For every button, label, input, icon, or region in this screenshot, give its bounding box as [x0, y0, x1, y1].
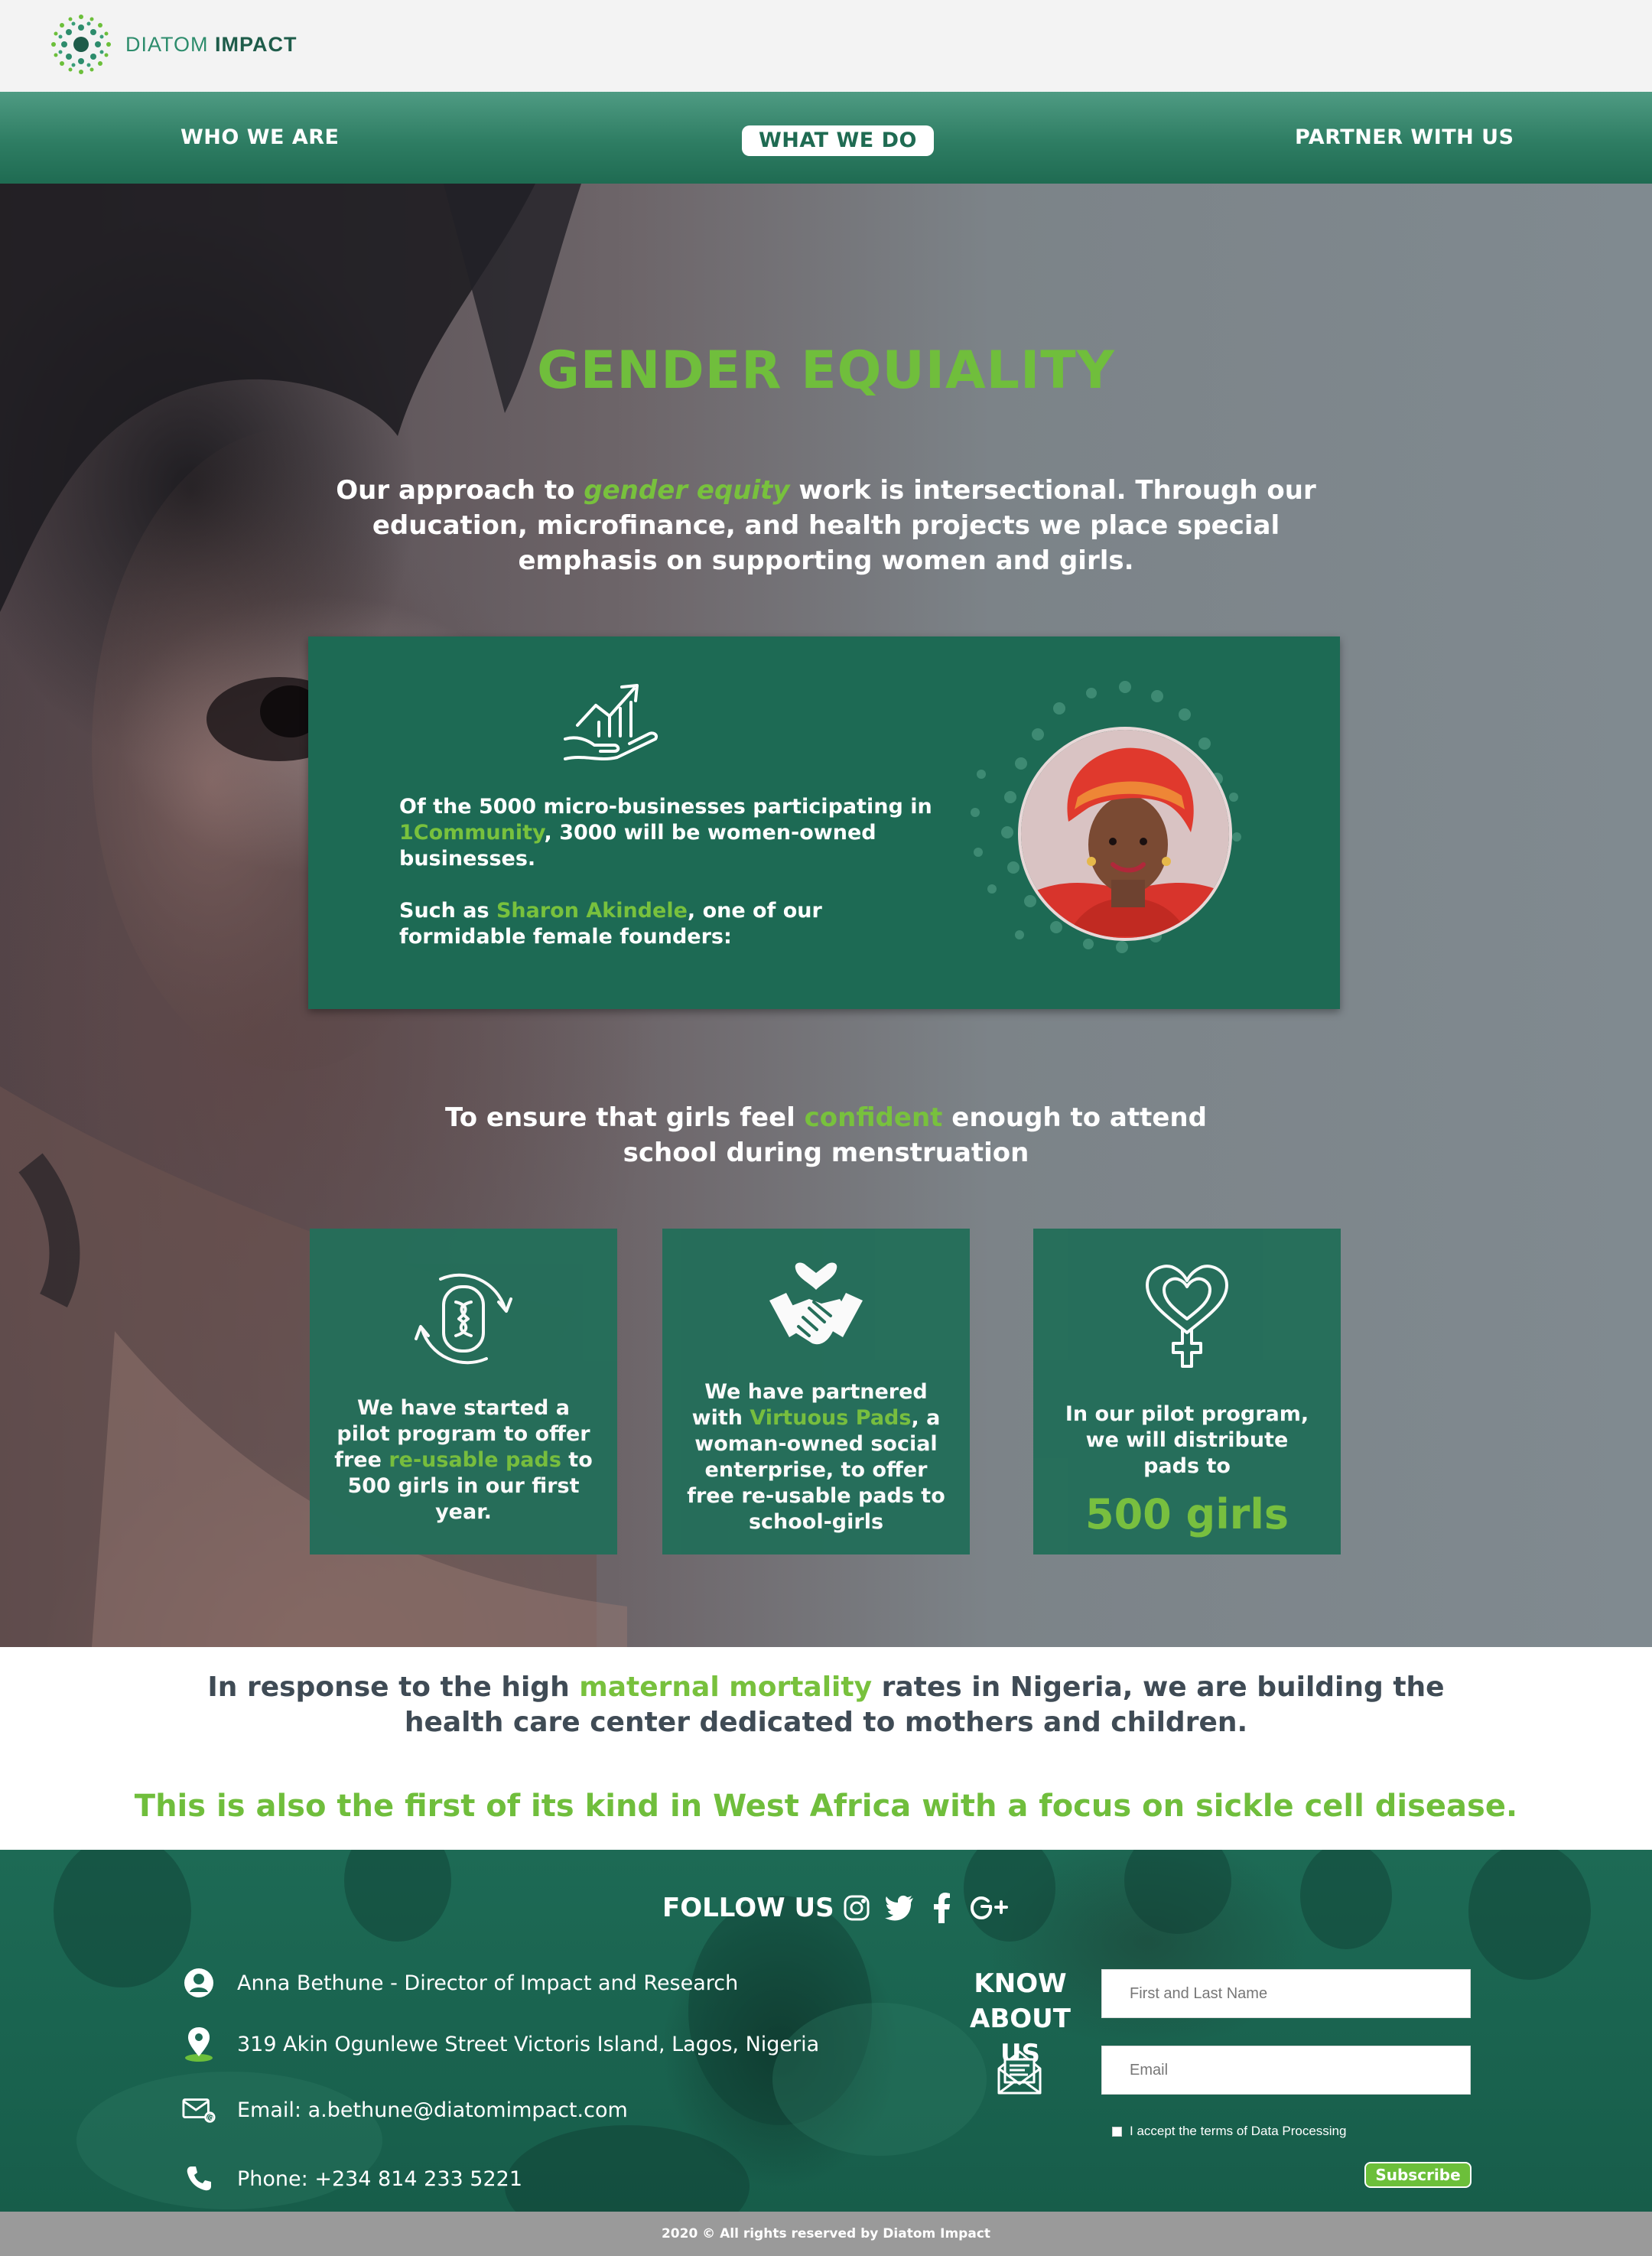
partnership-tile: We have partnered with Virtuous Pads, a … [662, 1229, 970, 1554]
facebook-icon[interactable] [927, 1891, 958, 1925]
card-p2-start: Such as [399, 899, 496, 923]
contact-phone-row: Phone: +234 814 233 5221 [182, 2162, 522, 2196]
brand-name: DIATOM IMPACT [125, 33, 298, 57]
data-processing-consent[interactable]: I accept the terms of Data Processing [1112, 2124, 1346, 2139]
email-input[interactable]: Email [1101, 2046, 1471, 2095]
contact-email-link[interactable]: Email: a.bethune@diatomimpact.com [237, 2098, 628, 2122]
nav-who-we-are[interactable]: WHO WE ARE [180, 125, 340, 149]
instagram-icon[interactable] [841, 1891, 872, 1925]
phone-icon [182, 2162, 216, 2196]
card-paragraph-1: Of the 5000 micro-businesses participati… [399, 794, 950, 872]
svg-text:@: @ [207, 2113, 216, 2122]
user-icon [182, 1966, 216, 2000]
reusable-pads-link[interactable]: re-usable pads [389, 1448, 561, 1472]
community-link[interactable]: 1Community [399, 821, 545, 845]
partnership-text: We have partnered with Virtuous Pads, a … [685, 1379, 947, 1535]
tile3-text: In our pilot program, we will distribute… [1065, 1402, 1309, 1478]
location-pin-icon [182, 2027, 216, 2062]
contact-email-row: @ Email: a.bethune@diatomimpact.com [182, 2093, 628, 2127]
social-links [841, 1891, 1010, 1925]
nav-what-we-do[interactable]: WHAT WE DO [742, 125, 934, 156]
contact-name-row: Anna Bethune - Director of Impact and Re… [182, 1966, 738, 2000]
handshake-heart-icon [769, 1262, 863, 1345]
growth-chart-hand-icon [564, 684, 658, 760]
menstruation-subheading: To ensure that girls feel confident enou… [428, 1100, 1224, 1170]
reusable-pad-icon [415, 1273, 512, 1365]
microbusiness-card: Of the 5000 micro-businesses participati… [308, 636, 1340, 1009]
founder-name[interactable]: Sharon Akindele [496, 899, 688, 923]
female-heart-icon [1146, 1265, 1228, 1368]
health-center-statement: In response to the high maternal mortali… [0, 1647, 1652, 1850]
copyright-bar: 2020 © All rights reserved by Diatom Imp… [0, 2212, 1652, 2256]
consent-checkbox[interactable] [1112, 2126, 1122, 2137]
distribution-tile: In our pilot program, we will distribute… [1033, 1229, 1341, 1554]
name-input[interactable]: First and Last Name [1101, 1969, 1471, 2018]
statement-text: In response to the high maternal mortali… [168, 1670, 1484, 1740]
contact-name: Anna Bethune - Director of Impact and Re… [237, 1971, 739, 1995]
virtuous-pads-link[interactable]: Virtuous Pads [750, 1406, 911, 1430]
card-paragraph-2: Such as Sharon Akindele, one of our form… [399, 898, 950, 950]
portrait-frame [928, 659, 1249, 981]
girls-count-stat: 500 girls [1085, 1490, 1289, 1538]
intro-highlight: gender equity [584, 475, 790, 506]
distribution-text: In our pilot program, we will distribute… [1056, 1401, 1318, 1538]
subhead-start: To ensure that girls feel [445, 1102, 805, 1133]
brand-logo[interactable]: DIATOM IMPACT [47, 11, 298, 78]
hero-section: GENDER EQUIALITY Our approach to gender … [0, 184, 1652, 1647]
subscribe-button[interactable]: Subscribe [1364, 2162, 1472, 2188]
contact-address-row: 319 Akin Ogunlewe Street Victoris Island… [182, 2027, 820, 2062]
top-bar: DIATOM IMPACT [0, 0, 1652, 92]
founder-photo [1021, 730, 1229, 938]
email-icon: @ [182, 2093, 216, 2127]
statement-start: In response to the high [207, 1672, 580, 1703]
subhead-highlight: confident [804, 1102, 943, 1133]
founder-portrait [1018, 727, 1232, 941]
contact-address: 319 Akin Ogunlewe Street Victoris Island… [237, 2032, 820, 2056]
maternal-mortality-highlight: maternal mortality [579, 1672, 873, 1703]
consent-label: I accept the terms of Data Processing [1130, 2124, 1347, 2138]
intro-text-start: Our approach to [336, 475, 584, 506]
contact-phone-link[interactable]: Phone: +234 814 233 5221 [237, 2167, 522, 2191]
sickle-cell-statement: This is also the first of its kind in We… [134, 1789, 1518, 1824]
brand-name-bold: IMPACT [215, 32, 298, 56]
follow-us-heading: FOLLOW US [662, 1893, 834, 1923]
nav-partner-with-us[interactable]: PARTNER WITH US [1295, 125, 1514, 149]
google-plus-icon[interactable] [970, 1891, 1010, 1925]
pilot-program-tile: We have started a pilot program to offer… [310, 1229, 617, 1554]
page-title: GENDER EQUIALITY [537, 340, 1115, 401]
pilot-program-text: We have started a pilot program to offer… [333, 1395, 594, 1525]
newsletter-envelope-icon [997, 2050, 1042, 2095]
main-nav: WHO WE ARE WHAT WE DO PARTNER WITH US [0, 92, 1652, 184]
diatom-logo-icon [51, 15, 111, 74]
twitter-icon[interactable] [884, 1891, 915, 1925]
card-body: Of the 5000 micro-businesses participati… [399, 794, 950, 950]
brand-name-light: DIATOM [125, 32, 216, 56]
hero-intro: Our approach to gender equity work is in… [321, 473, 1331, 578]
card-p1-start: Of the 5000 micro-businesses participati… [399, 795, 932, 819]
